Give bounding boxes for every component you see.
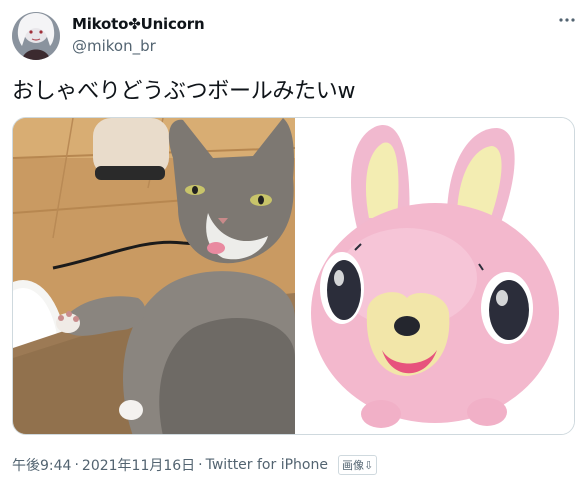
media-grid (12, 117, 575, 435)
tweet-source[interactable]: Twitter for iPhone (206, 457, 328, 473)
meta-separator: · (74, 457, 79, 473)
tweet-date[interactable]: 2021年11月16日 (82, 455, 195, 475)
tweet-text: おしゃべりどうぶつボールみたいw (12, 79, 356, 104)
meta-separator: · (198, 457, 203, 473)
rabbit-toy-image (297, 118, 574, 434)
more-dots-icon (559, 18, 575, 22)
avatar-icon (12, 12, 60, 60)
tweet-card: Mikoto✤Unicorn @mikon_br おしゃべりどうぶつボールみたい… (0, 0, 587, 488)
user-handle[interactable]: @mikon_br (72, 37, 156, 55)
tweet-time[interactable]: 午後9:44 (12, 455, 71, 475)
avatar[interactable] (12, 12, 60, 60)
image-download-badge[interactable]: 画像⇩ (337, 455, 378, 475)
photo-cat[interactable] (13, 118, 296, 434)
tweet-meta: 午後9:44 · 2021年11月16日 · Twitter for iPhon… (12, 455, 378, 475)
photo-rabbit-toy[interactable] (297, 118, 574, 434)
cat-photo-image (13, 118, 296, 434)
more-options-button[interactable] (557, 10, 577, 30)
display-name[interactable]: Mikoto✤Unicorn (72, 15, 205, 33)
